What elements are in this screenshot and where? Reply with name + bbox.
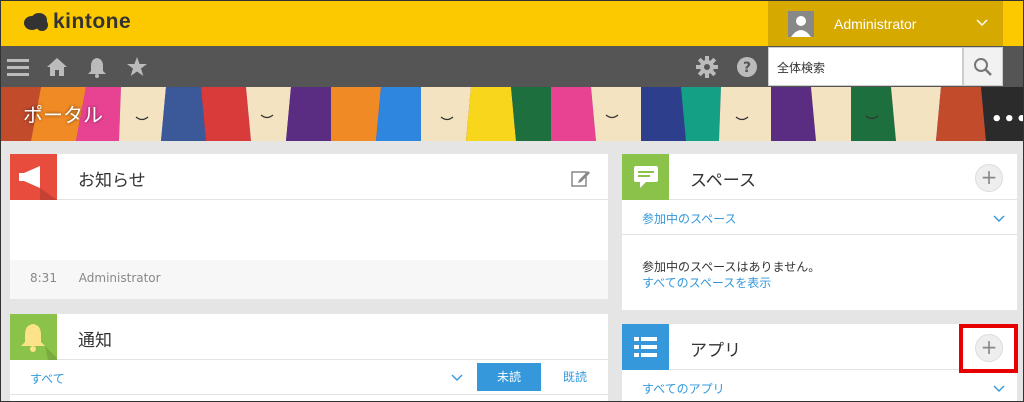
space-empty-message: 参加中のスペースはありません。 — [642, 260, 821, 274]
notice-panel: お知らせ 8:31 Administrator — [10, 154, 608, 299]
add-space-button[interactable]: + — [975, 164, 1003, 192]
filter-all-dropdown[interactable]: すべて — [30, 372, 65, 386]
search-input[interactable]: 全体検索 — [768, 47, 963, 86]
show-all-spaces-link[interactable]: すべてのスペースを表示 — [642, 274, 771, 291]
help-icon[interactable]: ? — [734, 54, 760, 80]
colored-pencils-image — [1, 87, 1023, 141]
gear-icon[interactable] — [694, 54, 720, 80]
bell-icon[interactable] — [84, 54, 110, 80]
kintone-window: kintone Administrator ? 全体検索 ポータル •• お知ら… — [0, 0, 1024, 402]
bell-icon — [10, 314, 57, 360]
notifications-panel-header: 通知 — [10, 314, 608, 360]
notice-title: お知らせ — [78, 171, 146, 191]
chevron-down-icon — [993, 215, 1005, 222]
app-list-icon — [622, 324, 669, 370]
search-button[interactable] — [963, 47, 1003, 86]
chevron-down-icon[interactable] — [451, 373, 463, 383]
edit-icon[interactable] — [571, 168, 591, 188]
more-options-button[interactable]: ••• — [991, 109, 1023, 130]
highlight-box — [959, 324, 1018, 373]
kintone-logo[interactable]: kintone — [23, 7, 131, 37]
avatar — [788, 10, 814, 37]
space-panel-header: スペース + — [622, 154, 1017, 200]
apps-subheader-label: すべてのアプリ — [642, 382, 725, 396]
apps-title: アプリ — [690, 341, 741, 361]
user-icon — [791, 15, 811, 37]
notifications-filter-row: すべて 未読 既読 — [10, 361, 608, 395]
apps-subheader[interactable]: すべてのアプリ — [622, 371, 1017, 401]
search-placeholder: 全体検索 — [777, 61, 826, 75]
tab-unread[interactable]: 未読 — [477, 363, 541, 391]
notice-time: 8:31 — [30, 271, 57, 285]
kintone-cloud-icon — [24, 13, 48, 31]
top-bar: kintone Administrator — [1, 1, 1023, 46]
space-title: スペース — [690, 171, 756, 191]
space-panel: スペース + 参加中のスペース 参加中のスペースはありません。 すべてのスペース… — [622, 154, 1017, 310]
apps-panel: アプリ + すべてのアプリ — [622, 324, 1017, 401]
notifications-title: 通知 — [78, 331, 112, 351]
speech-bubble-icon — [622, 154, 669, 200]
menu-icon[interactable] — [5, 54, 31, 80]
notice-author[interactable]: Administrator — [79, 271, 161, 285]
portal-title: ポータル — [23, 103, 103, 127]
star-icon[interactable] — [124, 54, 150, 80]
space-subheader-label: 参加中のスペース — [642, 212, 737, 226]
logo-text: kintone — [53, 10, 132, 33]
notice-footer: 8:31 Administrator — [10, 260, 608, 299]
portal-banner: ポータル ••• — [1, 87, 1023, 141]
user-name: Administrator — [834, 15, 917, 32]
svg-text:?: ? — [743, 60, 751, 76]
user-menu[interactable]: Administrator — [768, 1, 1003, 46]
nav-bar: ? 全体検索 — [1, 46, 1023, 87]
megaphone-icon — [10, 154, 57, 200]
home-icon[interactable] — [44, 54, 70, 80]
chevron-down-icon — [993, 385, 1005, 392]
space-subheader[interactable]: 参加中のスペース — [622, 201, 1017, 235]
apps-panel-header: アプリ + — [622, 324, 1017, 370]
notice-panel-header: お知らせ — [10, 154, 608, 200]
chevron-down-icon — [976, 19, 988, 27]
tab-read[interactable]: 既読 — [555, 363, 595, 391]
search-icon — [974, 57, 992, 76]
notifications-panel: 通知 すべて 未読 既読 — [10, 314, 608, 401]
